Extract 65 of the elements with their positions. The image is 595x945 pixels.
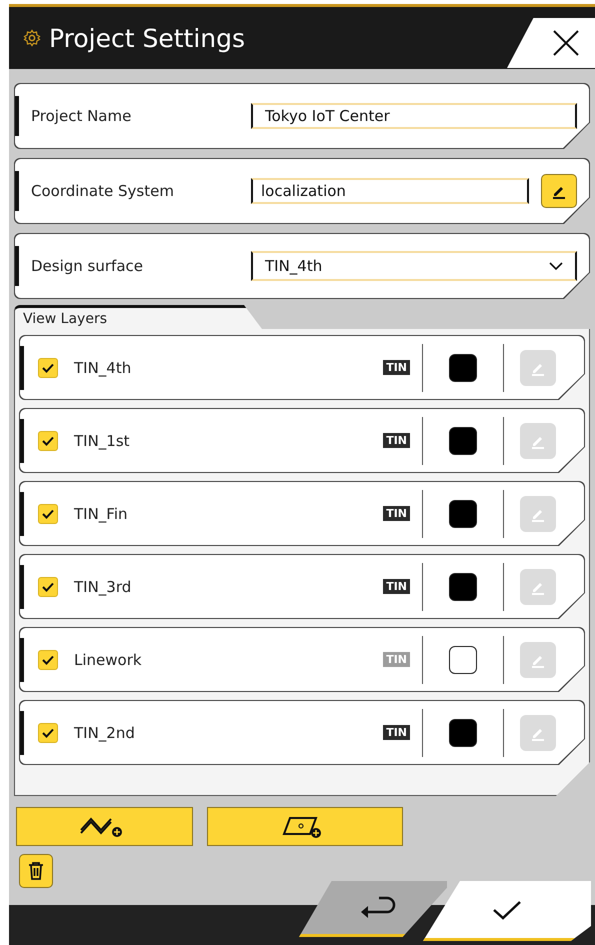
- layer-name: Linework: [74, 650, 143, 668]
- tin-badge: TIN: [383, 360, 410, 375]
- accent-bar: [20, 418, 24, 462]
- text-field[interactable]: localization: [251, 178, 529, 204]
- color-swatch[interactable]: [449, 718, 477, 746]
- checkmark-icon: [42, 508, 54, 518]
- checkbox[interactable]: [38, 576, 58, 596]
- checkmark-icon: [42, 654, 54, 664]
- gear-icon: [23, 29, 41, 47]
- accent-bar: [20, 492, 24, 536]
- checkmark-icon: [42, 728, 54, 738]
- tin-badge: TIN: [383, 506, 410, 521]
- return-arrow-icon: [359, 894, 397, 920]
- color-swatch[interactable]: [449, 426, 477, 454]
- color-swatch[interactable]: [449, 500, 477, 528]
- field-label: Project Name: [31, 107, 132, 125]
- layer-name: TIN_4th: [74, 358, 132, 376]
- checkbox[interactable]: [38, 722, 58, 742]
- chevron-down-icon: [549, 262, 563, 270]
- checkbox[interactable]: [38, 430, 58, 450]
- layer-row[interactable]: TIN_4th TIN: [19, 335, 585, 400]
- checkmark-icon: [42, 362, 54, 372]
- accent-bar: [20, 638, 24, 682]
- layer-row[interactable]: TIN_Fin TIN: [19, 481, 585, 546]
- confirm-button[interactable]: [423, 881, 591, 941]
- text-field[interactable]: Tokyo IoT Center: [251, 103, 577, 129]
- trash-icon: [27, 861, 45, 881]
- edit-button[interactable]: [541, 174, 577, 208]
- layer-name: TIN_3rd: [74, 578, 132, 596]
- tin-badge: TIN: [383, 652, 410, 667]
- layer-row[interactable]: TIN_1st TIN: [19, 408, 585, 473]
- dropdown[interactable]: TIN_4th: [251, 251, 577, 281]
- checkmark-icon: [492, 898, 522, 920]
- tin-badge: TIN: [383, 433, 410, 448]
- layer-row[interactable]: TIN_3rd TIN: [19, 554, 585, 619]
- accent-bar: [20, 710, 24, 754]
- tin-badge: TIN: [383, 579, 410, 594]
- checkbox[interactable]: [38, 358, 58, 378]
- accent-bar: [20, 564, 24, 608]
- delete-button[interactable]: [19, 854, 53, 888]
- checkmark-icon: [42, 436, 54, 446]
- add-line-button[interactable]: [16, 807, 193, 846]
- accent-bar: [15, 171, 19, 211]
- checkbox[interactable]: [38, 650, 58, 670]
- tin-badge: TIN: [383, 725, 410, 740]
- layer-row[interactable]: Linework TIN: [19, 627, 585, 692]
- close-button[interactable]: [507, 18, 595, 68]
- color-swatch[interactable]: [449, 354, 477, 382]
- add-surface-button[interactable]: [207, 807, 403, 846]
- accent-bar: [15, 96, 19, 136]
- layer-name: TIN_Fin: [74, 504, 129, 522]
- window-title: Project Settings: [49, 24, 246, 52]
- close-icon: [551, 28, 581, 58]
- field-label: Design surface: [31, 257, 144, 275]
- layer-name: TIN_1st: [74, 432, 131, 450]
- accent-bar: [20, 346, 24, 390]
- layer-name: TIN_2nd: [74, 724, 136, 742]
- checkmark-icon: [42, 582, 54, 592]
- color-swatch[interactable]: [449, 646, 477, 674]
- layer-row[interactable]: TIN_2nd TIN: [19, 700, 585, 765]
- color-swatch[interactable]: [449, 572, 477, 600]
- accent-bar: [15, 246, 19, 286]
- checkbox[interactable]: [38, 504, 58, 524]
- tab-title: View Layers: [23, 310, 107, 326]
- field-label: Coordinate System: [31, 182, 175, 200]
